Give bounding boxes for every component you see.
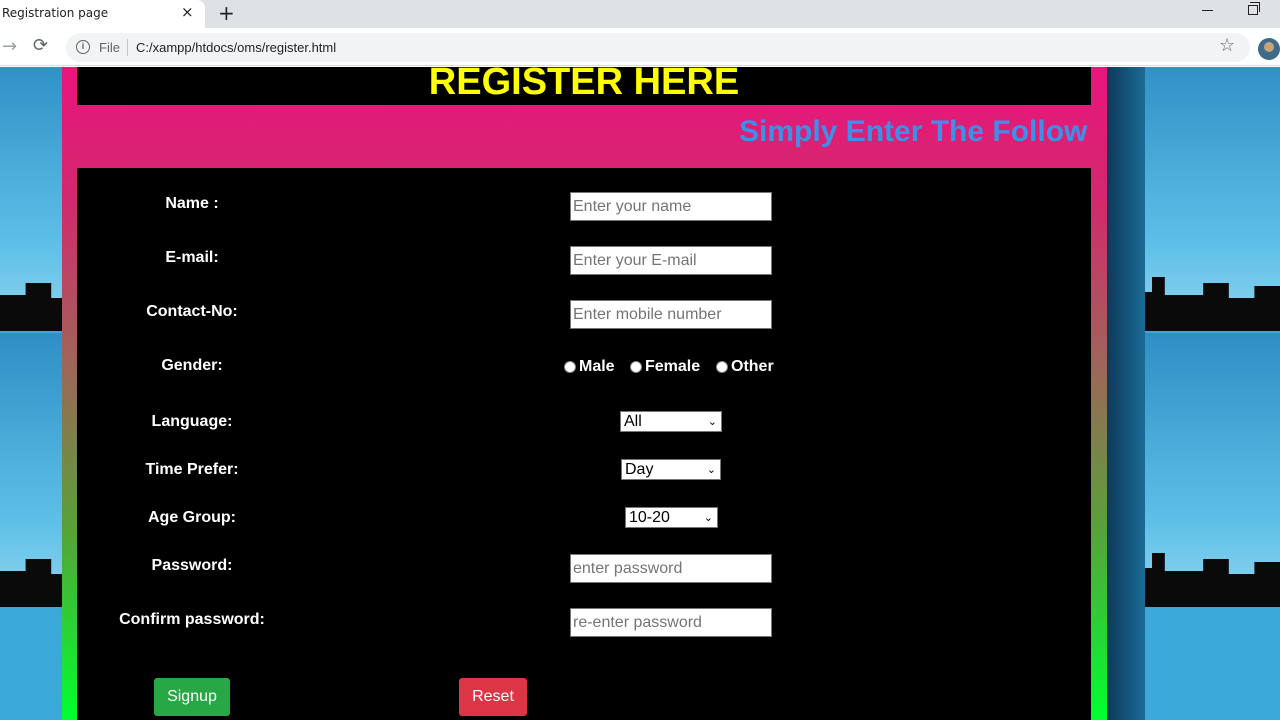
radio-label: Male: [579, 358, 615, 375]
browser-toolbar: → ⟳ i File C:/xampp/htdocs/oms/register.…: [0, 28, 1280, 66]
select-value: Day: [625, 461, 654, 478]
confirm-password-label: Confirm password:: [119, 611, 265, 628]
new-tab-icon[interactable]: +: [218, 1, 235, 25]
reload-icon[interactable]: ⟳: [33, 35, 48, 56]
marquee: Simply Enter The Follow: [77, 111, 1091, 151]
name-label: Name :: [165, 195, 219, 212]
gender-label: Gender:: [161, 357, 223, 374]
gender-male-radio[interactable]: Male: [564, 358, 615, 376]
tab-strip: Registration page × +: [0, 0, 1280, 28]
minimize-icon[interactable]: [1202, 10, 1213, 11]
time-label: Time Prefer:: [145, 461, 239, 478]
divider: [127, 39, 128, 56]
reset-button[interactable]: Reset: [459, 678, 527, 716]
marquee-text: Simply Enter The Follow: [739, 115, 1088, 148]
header-bar: REGISTER HERE: [77, 67, 1091, 105]
radio-label: Female: [645, 358, 701, 375]
profile-avatar[interactable]: [1258, 38, 1280, 60]
gender-female-radio[interactable]: Female: [630, 358, 700, 376]
bookmark-star-icon[interactable]: ☆: [1219, 35, 1235, 56]
address-bar[interactable]: i File C:/xampp/htdocs/oms/register.html…: [66, 33, 1250, 62]
radio-circle[interactable]: [630, 361, 642, 373]
registration-form: Name : E-mail: Contact-No: Gender: Male …: [77, 168, 1091, 720]
password-input[interactable]: [570, 554, 772, 583]
email-label: E-mail:: [165, 249, 219, 266]
forward-icon[interactable]: →: [2, 36, 17, 57]
file-label: File: [99, 40, 120, 55]
contact-label: Contact-No:: [146, 303, 238, 320]
language-label: Language:: [151, 413, 233, 430]
language-select[interactable]: All ⌄: [620, 411, 722, 432]
gender-other-radio[interactable]: Other: [716, 358, 774, 376]
chevron-down-icon: ⌄: [707, 415, 717, 428]
select-value: All: [624, 413, 642, 430]
age-select[interactable]: 10-20 ⌄: [625, 507, 718, 528]
name-input[interactable]: [570, 192, 772, 221]
radio-circle[interactable]: [716, 361, 728, 373]
age-label: Age Group:: [148, 509, 236, 526]
info-icon[interactable]: i: [76, 40, 90, 54]
signup-button[interactable]: Signup: [154, 678, 230, 716]
email-input[interactable]: [570, 246, 772, 275]
url-text[interactable]: C:/xampp/htdocs/oms/register.html: [136, 40, 336, 55]
contact-input[interactable]: [570, 300, 772, 329]
background-stripe: [1107, 67, 1145, 720]
page-title: REGISTER HERE: [428, 67, 740, 103]
confirm-password-input[interactable]: [570, 608, 772, 637]
select-value: 10-20: [629, 509, 670, 526]
radio-circle[interactable]: [564, 361, 576, 373]
password-label: Password:: [151, 557, 233, 574]
restore-icon[interactable]: [1248, 2, 1260, 15]
chevron-down-icon: ⌄: [706, 463, 716, 476]
close-tab-icon[interactable]: ×: [181, 3, 194, 21]
radio-label: Other: [731, 358, 774, 375]
time-select[interactable]: Day ⌄: [621, 459, 721, 480]
register-frame: REGISTER HERE Simply Enter The Follow Na…: [62, 67, 1107, 720]
tab-title: Registration page: [2, 6, 109, 20]
page-background: REGISTER HERE Simply Enter The Follow Na…: [0, 67, 1280, 720]
tab-registration[interactable]: Registration page ×: [0, 0, 205, 28]
chevron-down-icon: ⌄: [703, 511, 713, 524]
